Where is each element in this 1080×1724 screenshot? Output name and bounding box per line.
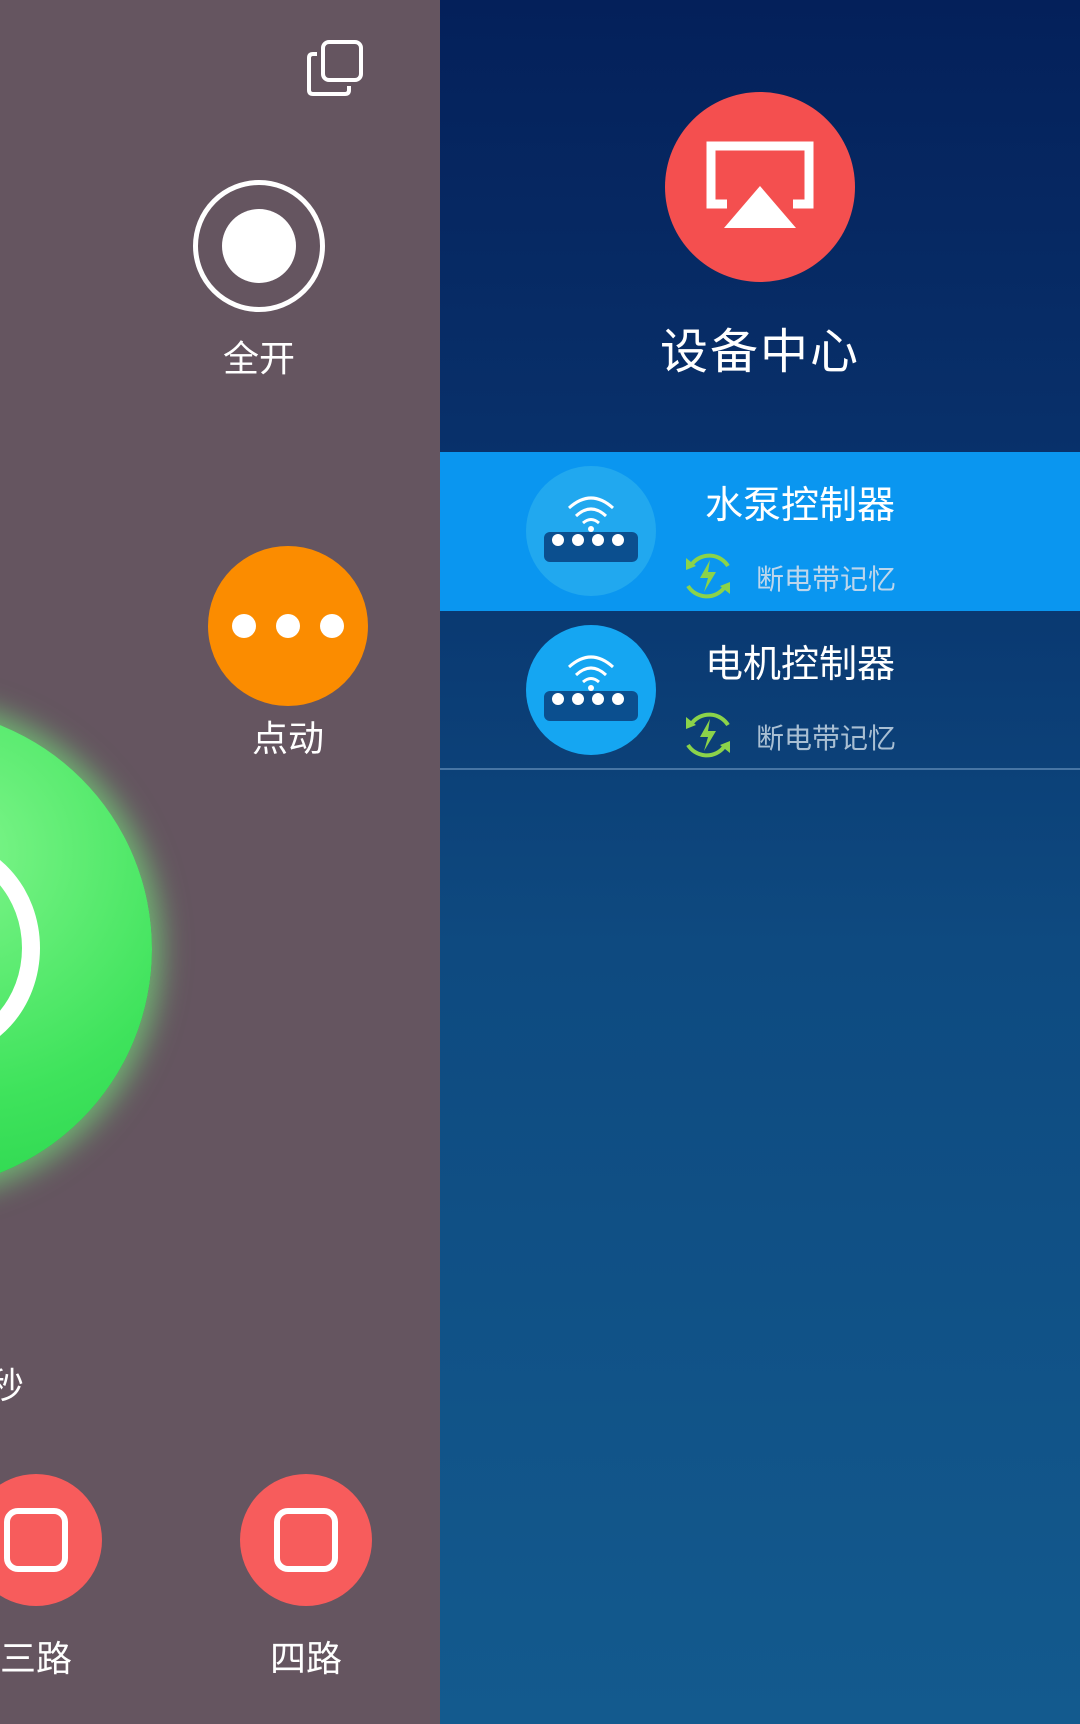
wifi-router-icon <box>526 625 656 755</box>
control-panel: 全开 点动 秒 三路 四路 <box>0 0 440 1724</box>
dot-icon <box>320 614 344 638</box>
all-on-label: 全开 <box>222 339 295 380</box>
device-name: 水泵控制器 <box>705 483 896 527</box>
device-status: 断电带记忆 <box>756 563 897 596</box>
seconds-label: 秒 <box>0 1366 25 1407</box>
drawer-header: 设备中心 <box>440 0 1080 452</box>
dot-icon <box>276 614 300 638</box>
channel-3-label: 三路 <box>0 1639 72 1680</box>
power-memory-icon <box>686 553 730 599</box>
channel-4-button[interactable] <box>240 1474 372 1606</box>
device-status: 断电带记忆 <box>756 722 897 755</box>
app-root: 全开 点动 秒 三路 四路 设备中心 水泵控制器 断电带记忆 电机控制器 断电带… <box>0 0 1080 1724</box>
all-on-dot-icon <box>222 209 296 283</box>
all-on-button[interactable] <box>193 180 325 312</box>
dot-icon <box>232 614 256 638</box>
device-name: 电机控制器 <box>705 642 896 686</box>
device-center-drawer: 设备中心 水泵控制器 断电带记忆 电机控制器 断电带记忆 <box>440 0 1080 1724</box>
power-ring-icon <box>0 838 40 1058</box>
device-list: 水泵控制器 断电带记忆 电机控制器 断电带记忆 <box>440 452 1080 770</box>
main-power-button[interactable] <box>0 708 152 1190</box>
screen-cast-glyph-icon <box>706 141 814 228</box>
device-item-pump-controller[interactable]: 水泵控制器 断电带记忆 <box>440 452 1080 611</box>
wifi-router-icon <box>526 466 656 596</box>
stop-square-icon <box>274 1508 338 1572</box>
drawer-title: 设备中心 <box>659 324 860 380</box>
stop-square-icon <box>4 1508 68 1572</box>
power-memory-icon <box>686 712 730 758</box>
jog-label: 点动 <box>251 719 324 760</box>
channel-3-button[interactable] <box>0 1474 102 1606</box>
jog-button[interactable] <box>208 546 368 706</box>
device-item-motor-controller[interactable]: 电机控制器 断电带记忆 <box>440 611 1080 770</box>
channel-4-label: 四路 <box>269 1639 342 1680</box>
copy-icon[interactable] <box>305 38 367 100</box>
screen-cast-icon[interactable] <box>665 92 855 282</box>
